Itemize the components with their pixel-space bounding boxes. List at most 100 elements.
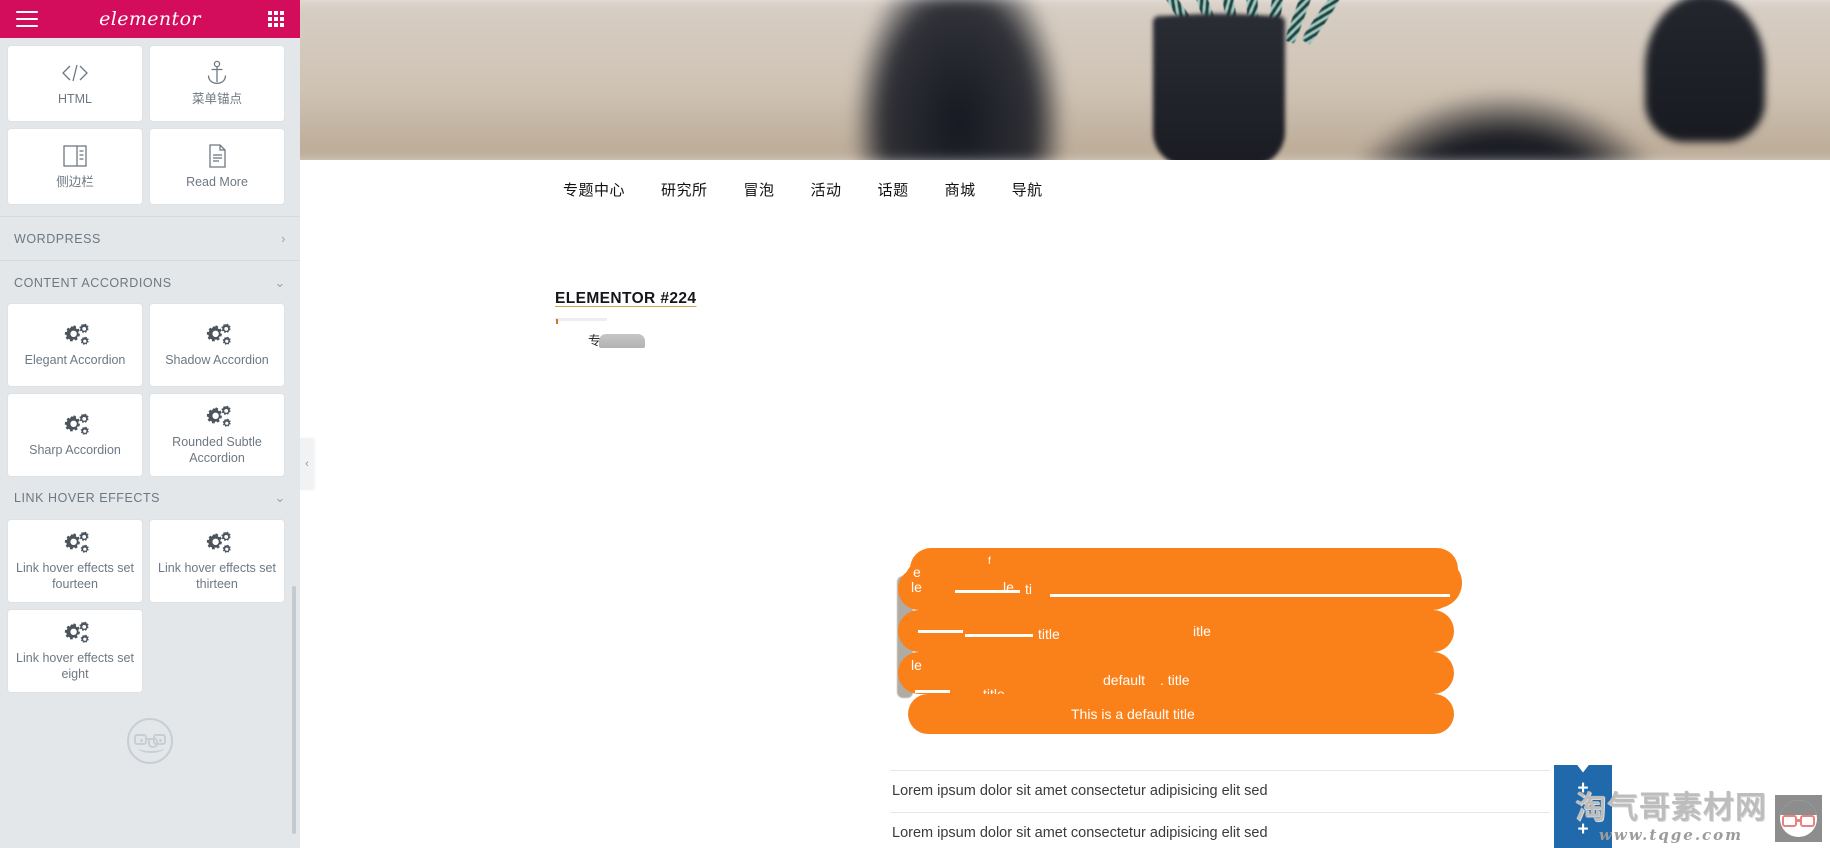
- blue-accordion: Lorem ipsum dolor sit amet consectetur a…: [890, 765, 1612, 848]
- nav-item-0[interactable]: 专题中心: [545, 179, 643, 200]
- orange-fragment: f: [988, 556, 991, 567]
- section-content-accordions[interactable]: CONTENT ACCORDIONS ⌄: [0, 260, 300, 304]
- render-artifact: [918, 630, 963, 633]
- orange-bar-2[interactable]: e le le ti f: [898, 556, 1454, 610]
- orange-bar-label: This is a default title: [1071, 706, 1195, 722]
- page-content: ELEMENTOR #224 专 ult title e le le ti: [300, 218, 1830, 848]
- widget-label: 侧边栏: [56, 174, 94, 189]
- nav-item-1[interactable]: 研究所: [643, 179, 726, 200]
- code-icon: [60, 60, 90, 86]
- orange-fragment: le: [911, 579, 922, 595]
- page-title: ELEMENTOR #224: [555, 290, 697, 307]
- section-title: WORDPRESS: [14, 231, 101, 246]
- gears-icon: [60, 411, 90, 437]
- hero-background: [300, 0, 1830, 160]
- elementor-editor-screen: elementor HTML 菜单锚点 侧边栏 Read More WORDPR…: [0, 0, 1830, 848]
- document-icon: [206, 143, 228, 169]
- accordion-row[interactable]: Lorem ipsum dolor sit amet consectetur a…: [890, 806, 1612, 848]
- widget-elegant-accordion[interactable]: Elegant Accordion: [8, 304, 142, 386]
- widget-group-hover-effects: Link hover effects set fourteen Link hov…: [0, 520, 300, 692]
- nav-item-6[interactable]: 导航: [994, 179, 1061, 200]
- panel-scroll-area[interactable]: HTML 菜单锚点 侧边栏 Read More WORDPRESS › CONT…: [0, 38, 300, 848]
- panel-header: elementor: [0, 0, 300, 38]
- watermark-text: 淘气哥素材网 www.tqge.com: [1575, 790, 1767, 845]
- glasses-face-icon: [1780, 800, 1817, 837]
- sidebar-layout-icon: [62, 143, 88, 169]
- orange-bar-5[interactable]: This is a default title: [908, 694, 1454, 734]
- widget-group-accordions: Elegant Accordion Shadow Accordion Sharp…: [0, 304, 300, 476]
- watermark-cn: 淘气哥素材网: [1575, 790, 1767, 826]
- accordion-row[interactable]: Lorem ipsum dolor sit amet consectetur a…: [890, 765, 1612, 812]
- gears-icon: [202, 321, 232, 347]
- widget-label: Shadow Accordion: [165, 353, 269, 368]
- elementor-logo: elementor: [99, 8, 201, 30]
- site-nav: 专题中心 研究所 冒泡 活动 话题 商城 导航: [300, 160, 1830, 218]
- render-artifact: [1050, 594, 1450, 597]
- widget-link-hover-fourteen[interactable]: Link hover effects set fourteen: [8, 520, 142, 602]
- orange-fragment: e: [913, 564, 921, 580]
- grid-icon[interactable]: [268, 11, 284, 27]
- panel-collapse-handle[interactable]: ‹: [300, 438, 314, 490]
- render-artifact: [965, 634, 1033, 637]
- widget-sidebar[interactable]: 侧边栏: [8, 129, 142, 204]
- plant-pot: [1153, 16, 1285, 160]
- widget-label: 菜单锚点: [191, 91, 242, 106]
- widget-label: Elegant Accordion: [24, 353, 126, 368]
- nav-item-5[interactable]: 商城: [927, 179, 994, 200]
- orange-fragment: title: [1038, 626, 1060, 642]
- section-wordpress[interactable]: WORDPRESS ›: [0, 216, 300, 260]
- plant-pot-secondary: [1645, 0, 1765, 142]
- watermark-url: www.tqge.com: [1598, 826, 1744, 844]
- widget-label: Link hover effects set fourteen: [16, 561, 134, 591]
- accordion-row-title: Lorem ipsum dolor sit amet consectetur a…: [892, 824, 1268, 841]
- accordion-row-title: Lorem ipsum dolor sit amet consectetur a…: [892, 783, 1268, 800]
- orange-fragment: default: [1103, 672, 1146, 688]
- hamburger-icon[interactable]: [16, 11, 38, 27]
- nav-item-4[interactable]: 话题: [860, 179, 927, 200]
- title-divider: [555, 318, 607, 321]
- widget-group-general: HTML 菜单锚点 侧边栏 Read More: [0, 38, 300, 204]
- widget-label: Rounded Subtle Accordion: [172, 435, 262, 465]
- redacted-block: [599, 334, 646, 348]
- widget-rounded-subtle-accordion[interactable]: Rounded Subtle Accordion: [150, 394, 284, 476]
- gears-icon: [60, 529, 90, 555]
- widget-menu-anchor[interactable]: 菜单锚点: [150, 46, 284, 121]
- render-artifact: [955, 590, 1020, 593]
- gears-icon: [202, 403, 232, 429]
- widget-sharp-accordion[interactable]: Sharp Accordion: [8, 394, 142, 476]
- orange-bar-label: itle: [1193, 623, 1211, 639]
- section-title: LINK HOVER EFFECTS: [14, 491, 161, 505]
- orange-fragment: ti: [1025, 581, 1032, 597]
- widget-label: Read More: [186, 174, 248, 189]
- post-meta: 专: [588, 330, 646, 349]
- nav-item-2[interactable]: 冒泡: [726, 179, 793, 200]
- orange-fragment: . title: [1160, 672, 1190, 688]
- panel-footer-logo: [0, 718, 300, 764]
- elementor-hat-face-icon: [127, 718, 173, 764]
- widget-link-hover-thirteen[interactable]: Link hover effects set thirteen: [150, 520, 284, 602]
- chevron-down-icon: ⌄: [274, 490, 286, 505]
- widget-html[interactable]: HTML: [8, 46, 142, 121]
- widget-link-hover-eight[interactable]: Link hover effects set eight: [8, 610, 142, 692]
- orange-accordion-glitched: ult title e le le ti f itle title: [897, 548, 1558, 748]
- widget-read-more[interactable]: Read More: [150, 129, 284, 204]
- title-divider-dot: [556, 319, 558, 324]
- orange-bar-4[interactable]: le default . title title defs a de: [898, 652, 1454, 707]
- section-link-hover-effects[interactable]: LINK HOVER EFFECTS ⌄: [0, 476, 300, 520]
- watermark: 淘气哥素材网 www.tqge.com: [1575, 793, 1822, 844]
- gears-icon: [60, 321, 90, 347]
- panel-scrollbar[interactable]: [292, 586, 296, 834]
- preview-canvas: 专题中心 研究所 冒泡 活动 话题 商城 导航 ELEMENTOR #224 专…: [300, 0, 1830, 848]
- nav-item-3[interactable]: 活动: [793, 179, 860, 200]
- render-artifact: [915, 690, 950, 693]
- widget-label: Link hover effects set eight: [16, 651, 134, 681]
- widget-shadow-accordion[interactable]: Shadow Accordion: [150, 304, 284, 386]
- chevron-right-icon: ›: [281, 231, 286, 246]
- gears-icon: [60, 619, 90, 645]
- widget-label: HTML: [57, 91, 93, 106]
- hero-image: [300, 0, 1830, 160]
- section-title: CONTENT ACCORDIONS: [14, 275, 172, 290]
- orange-fragment: le: [911, 657, 922, 673]
- gears-icon: [202, 529, 232, 555]
- orange-bar-3[interactable]: itle title: [898, 610, 1454, 670]
